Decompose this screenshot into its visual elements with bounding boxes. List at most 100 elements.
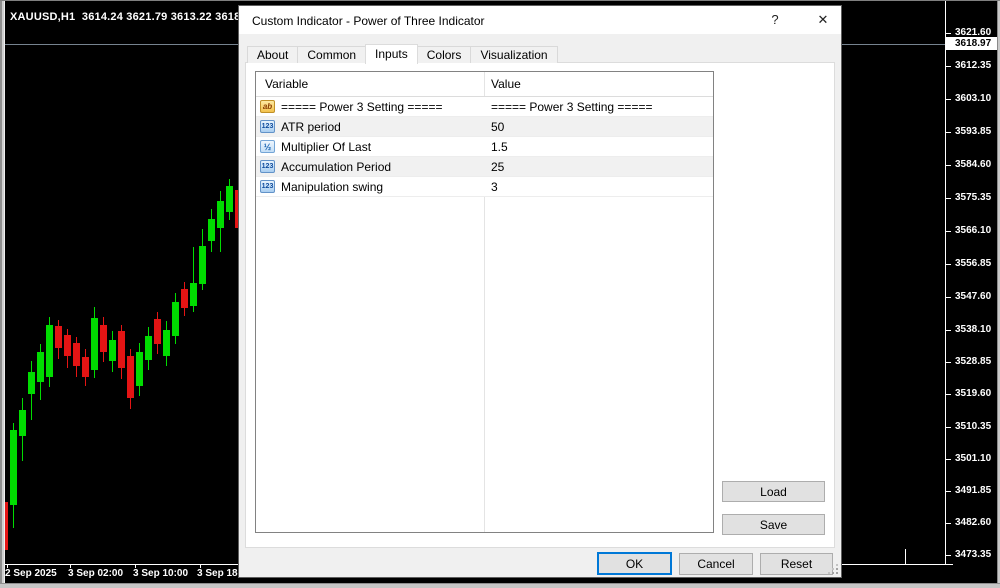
candle-body (46, 325, 53, 377)
param-value-cell[interactable]: 50 (484, 120, 504, 134)
price-tick-label: 3528.85 (955, 356, 992, 367)
param-variable-label: ===== Power 3 Setting ===== (281, 99, 443, 114)
time-axis-label: 3 Sep 02:00 (68, 568, 124, 579)
param-variable-label: ATR period (281, 119, 341, 134)
time-tick (905, 549, 906, 564)
price-tick-label: 3519.60 (955, 388, 992, 399)
price-tick (946, 394, 951, 395)
candle-body (127, 356, 134, 398)
price-tick (946, 362, 951, 363)
application-window: XAUUSD,H1 3614.24 3621.79 3613.22 3618.9… (0, 0, 1000, 588)
price-tick-label: 3482.60 (955, 517, 992, 528)
candle-body (226, 186, 233, 212)
candle-body (19, 410, 26, 436)
tab-colors[interactable]: Colors (416, 46, 472, 63)
tab-about[interactable]: About (247, 46, 299, 63)
price-tick-label: 3547.60 (955, 291, 992, 302)
price-axis[interactable]: 3621.60 3618.97 3612.35 3603.10 3593.85 3584.… (946, 0, 1000, 564)
param-variable-cell[interactable]: ½ Multiplier Of Last (256, 137, 484, 156)
param-variable-cell[interactable]: 123 Accumulation Period (256, 157, 484, 176)
dialog-title: Custom Indicator - Power of Three Indica… (252, 14, 485, 28)
tab-visualization[interactable]: Visualization (470, 46, 558, 63)
price-tick-label: 3491.85 (955, 485, 992, 496)
candle-body (163, 330, 170, 356)
price-tick (946, 297, 951, 298)
candle-body (55, 326, 62, 348)
window-frame-top (0, 0, 1000, 1)
close-icon[interactable]: ✕ (814, 12, 832, 28)
price-tick (946, 491, 951, 492)
candle-body (28, 372, 35, 394)
price-tick-label: 3612.35 (955, 60, 992, 71)
candle-body (118, 331, 125, 368)
price-tick-label: 3593.85 (955, 126, 992, 137)
price-tick (946, 33, 951, 34)
price-tick-label: 3603.10 (955, 93, 992, 104)
reset-button[interactable]: Reset (760, 553, 833, 575)
column-header-value[interactable]: Value (484, 77, 521, 91)
price-tick (946, 264, 951, 265)
param-value-cell[interactable]: ===== Power 3 Setting ===== (484, 100, 652, 114)
candle-body (10, 430, 17, 505)
param-value-cell[interactable]: 3 (484, 180, 498, 194)
param-variable-cell[interactable]: 123 Manipulation swing (256, 177, 484, 196)
table-header: Variable Value (256, 72, 713, 97)
param-row[interactable]: 123 ATR period 50 (256, 117, 713, 137)
dialog-title-bar[interactable]: Custom Indicator - Power of Three Indica… (239, 6, 841, 34)
param-row[interactable]: 123 Accumulation Period 25 (256, 157, 713, 177)
time-axis-label: 3 Sep 10:00 (133, 568, 189, 579)
price-tick (946, 427, 951, 428)
text-type-icon: ab (260, 100, 275, 113)
candle-body (217, 201, 224, 228)
param-value-cell[interactable]: 1.5 (484, 140, 508, 154)
param-row[interactable]: ab ===== Power 3 Setting ===== ===== Power… (256, 97, 713, 117)
candle-body (100, 325, 107, 352)
price-tick (946, 198, 951, 199)
indicator-dialog: Custom Indicator - Power of Three Indica… (238, 5, 842, 578)
number-type-icon: 123 (260, 160, 275, 173)
price-tick (946, 165, 951, 166)
param-rows: ab ===== Power 3 Setting ===== ===== Power… (256, 97, 713, 197)
price-tick (946, 99, 951, 100)
price-tick-label: 3501.10 (955, 453, 992, 464)
window-frame-left (0, 0, 5, 588)
price-tick-label: 3556.85 (955, 258, 992, 269)
price-tick-label: 3510.35 (955, 421, 992, 432)
save-button[interactable]: Save (722, 514, 825, 535)
candle-body (73, 343, 80, 366)
candle-body (190, 283, 197, 306)
tab-inputs[interactable]: Inputs (365, 44, 418, 64)
price-tick (946, 231, 951, 232)
candle-body (64, 335, 71, 356)
price-tick (946, 555, 951, 556)
price-tick-label: 3566.10 (955, 225, 992, 236)
param-row[interactable]: 123 Manipulation swing 3 (256, 177, 713, 197)
column-header-variable[interactable]: Variable (256, 77, 484, 91)
tab-common[interactable]: Common (297, 46, 367, 63)
price-tick-label: 3584.60 (955, 159, 992, 170)
candle-body (172, 302, 179, 336)
price-tick (946, 330, 951, 331)
price-tick-label: 3473.35 (955, 549, 992, 560)
price-tick (946, 523, 951, 524)
inputs-table[interactable]: Variable Value ab ===== Power 3 Setting =… (255, 71, 714, 533)
candle-body (181, 289, 188, 308)
cancel-button[interactable]: Cancel (679, 553, 753, 575)
resize-grip-icon[interactable] (827, 563, 838, 574)
param-row[interactable]: ½ Multiplier Of Last 1.5 (256, 137, 713, 157)
param-value-cell[interactable]: 25 (484, 160, 504, 174)
chart-symbol-title: XAUUSD,H1 3614.24 3621.79 3613.22 3618.9… (10, 11, 257, 23)
candle-body (199, 246, 206, 284)
load-button[interactable]: Load (722, 481, 825, 502)
candle-body (208, 219, 215, 241)
ok-button[interactable]: OK (597, 552, 672, 575)
candle-body (82, 357, 89, 377)
help-button[interactable]: ? (766, 12, 784, 28)
param-variable-cell[interactable]: 123 ATR period (256, 117, 484, 136)
candle-body (109, 340, 116, 361)
current-price-tag: 3618.97 (946, 37, 999, 50)
param-variable-cell[interactable]: ab ===== Power 3 Setting ===== (256, 97, 484, 116)
param-variable-label: Accumulation Period (281, 159, 392, 174)
candle-body (136, 352, 143, 386)
number-type-icon: 123 (260, 120, 275, 133)
